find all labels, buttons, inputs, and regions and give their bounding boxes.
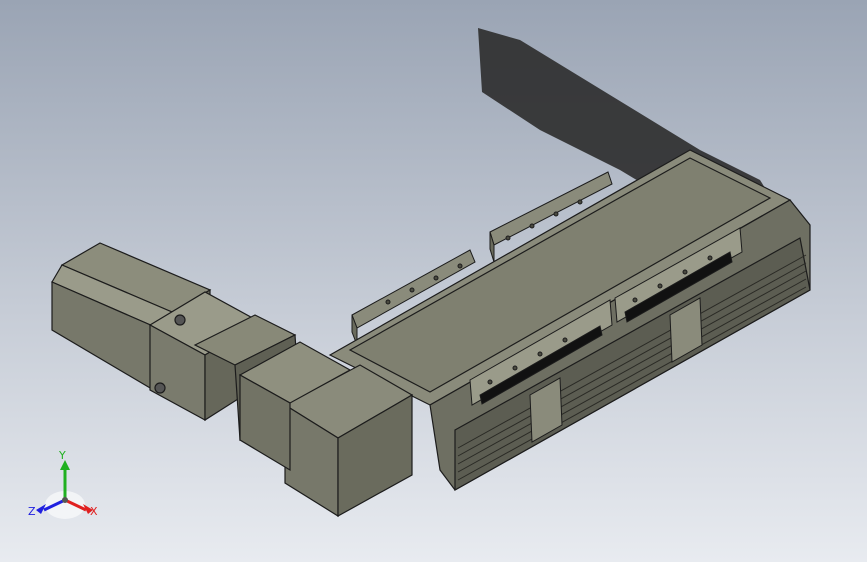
- x-axis-label: X: [90, 505, 98, 518]
- coordinate-triad[interactable]: [36, 460, 93, 519]
- z-axis-label: Z: [28, 505, 36, 518]
- cad-viewport[interactable]: Y X Z: [0, 0, 867, 562]
- linear-actuator-model[interactable]: [0, 0, 867, 562]
- triad-origin: [62, 497, 68, 503]
- y-axis-label: Y: [59, 449, 66, 462]
